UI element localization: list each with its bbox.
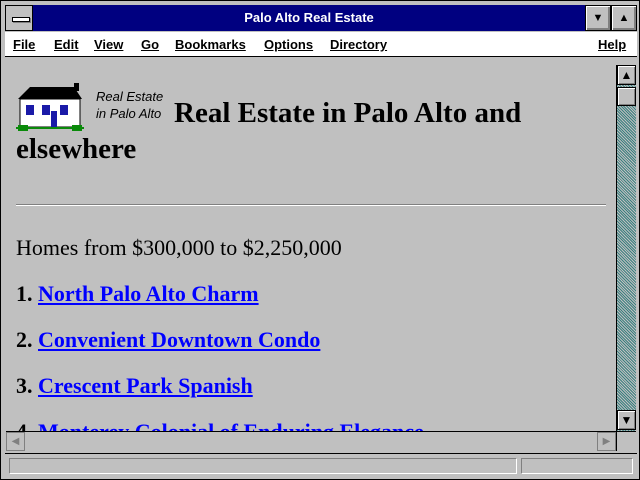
maximize-icon[interactable]: ▲: [611, 5, 637, 31]
list-number: 2.: [16, 327, 33, 352]
status-bar: [5, 453, 637, 477]
browser-window: Palo Alto Real Estate ▼ ▲ File Edit View…: [0, 0, 640, 480]
listing-link-crescent-park[interactable]: Crescent Park Spanish: [38, 373, 253, 398]
vertical-scrollbar[interactable]: ▲ ▼: [616, 65, 636, 431]
menu-go[interactable]: Go: [141, 32, 159, 56]
progress-indicator: [521, 458, 633, 474]
menu-edit[interactable]: Edit: [54, 32, 79, 56]
horizontal-rule: [16, 204, 606, 206]
page-content: Real Estate in Palo Alto Real Estate in …: [6, 65, 616, 431]
page-heading: Real Estate in Palo Alto and elsewhere: [16, 97, 522, 165]
title-bar[interactable]: Palo Alto Real Estate ▼ ▲: [5, 5, 637, 31]
menu-directory[interactable]: Directory: [330, 32, 387, 56]
price-range-text: Homes from $300,000 to $2,250,000: [16, 235, 342, 260]
menu-bar: File Edit View Go Bookmarks Options Dire…: [5, 32, 637, 57]
list-number: 3.: [16, 373, 33, 398]
menu-view[interactable]: View: [94, 32, 123, 56]
menu-bookmarks[interactable]: Bookmarks: [175, 32, 246, 56]
list-item: 4. Monterey Colonial of Enduring Eleganc…: [16, 419, 424, 431]
window-title: Palo Alto Real Estate: [244, 10, 374, 25]
scrollbar-corner: [616, 431, 636, 451]
system-menu-icon[interactable]: [5, 5, 33, 31]
list-item: 1. North Palo Alto Charm: [16, 281, 259, 307]
list-number: 1.: [16, 281, 33, 306]
menu-file[interactable]: File: [13, 32, 35, 56]
horizontal-scrollbar[interactable]: ◀ ▶: [6, 431, 616, 451]
list-number: 4.: [16, 419, 33, 431]
status-message: [9, 458, 517, 474]
arrow-up-icon[interactable]: ▲: [617, 65, 636, 85]
listing-link-downtown-condo[interactable]: Convenient Downtown Condo: [38, 327, 320, 352]
minimize-icon[interactable]: ▼: [585, 5, 611, 31]
menu-options[interactable]: Options: [264, 32, 313, 56]
menu-help[interactable]: Help: [598, 32, 626, 56]
listing-link-monterey-colonial[interactable]: Monterey Colonial of Enduring Elegance: [38, 419, 424, 431]
list-item: 3. Crescent Park Spanish: [16, 373, 253, 399]
arrow-right-icon[interactable]: ▶: [597, 432, 616, 451]
arrow-down-icon[interactable]: ▼: [617, 410, 636, 430]
list-item: 2. Convenient Downtown Condo: [16, 327, 320, 353]
listing-link-north-palo-alto[interactable]: North Palo Alto Charm: [38, 281, 259, 306]
arrow-left-icon[interactable]: ◀: [6, 432, 25, 451]
scroll-thumb[interactable]: [617, 87, 636, 106]
